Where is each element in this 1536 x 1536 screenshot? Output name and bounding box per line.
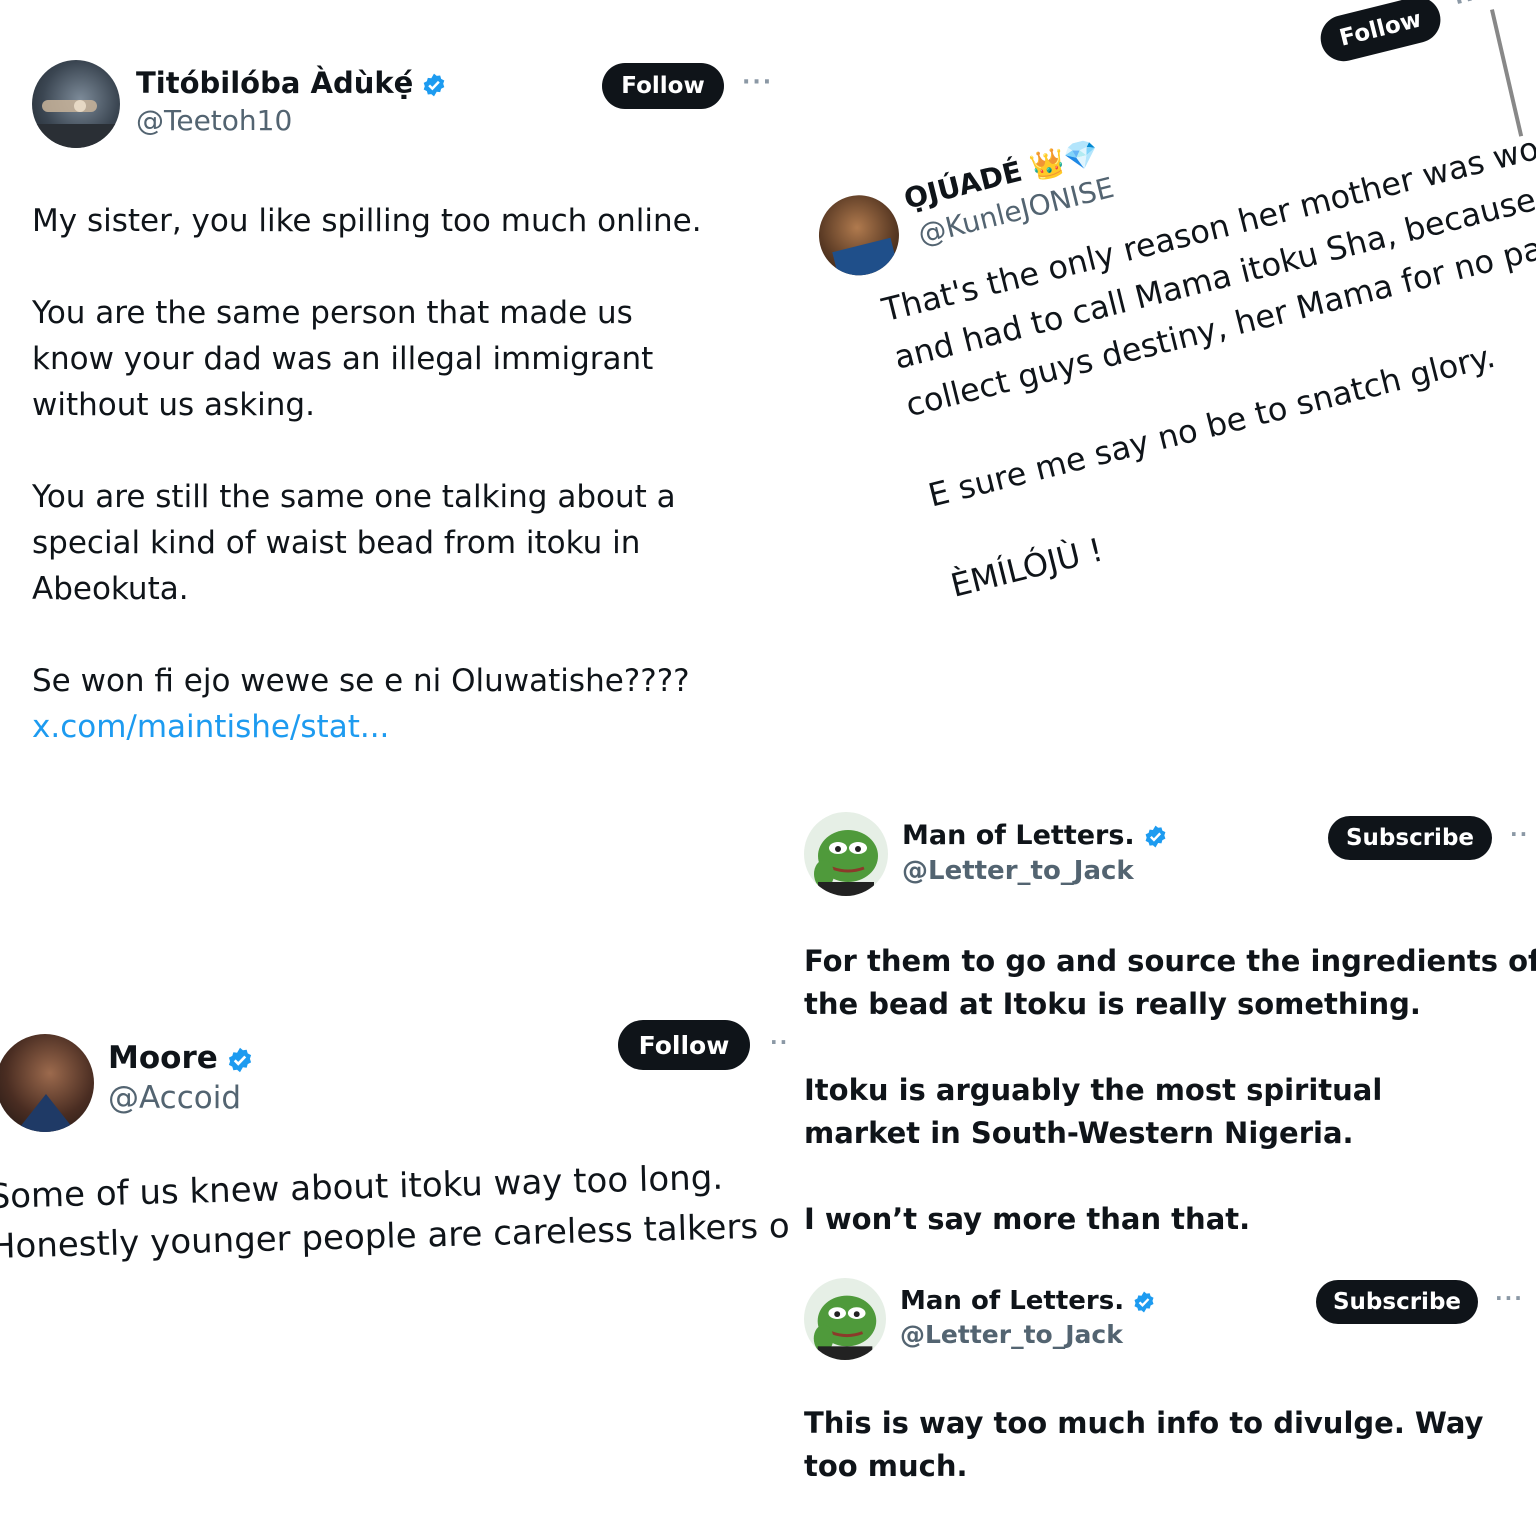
username[interactable]: @Letter_to_Jack bbox=[902, 856, 1134, 886]
follow-button[interactable]: Follow bbox=[618, 1020, 750, 1070]
tweet-card-teetoh: Titóbilóba Àdùkẹ́ @Teetoh10 Follow ··· M… bbox=[0, 0, 790, 760]
tweet-paragraph: Itoku is arguably the most spiritual mar… bbox=[804, 1073, 1383, 1150]
rotated-tweet: ỌJÚADÉ 👑💎 @KunleJONISE Follow ··· That's… bbox=[790, 0, 1536, 737]
more-options-icon[interactable]: ·· bbox=[1510, 822, 1529, 846]
more-options-icon[interactable]: ·· bbox=[770, 1030, 789, 1054]
avatar[interactable] bbox=[0, 1034, 94, 1132]
more-options-icon[interactable]: ··· bbox=[1495, 1286, 1524, 1310]
tweet-paragraph: You are still the same one talking about… bbox=[32, 479, 676, 607]
avatar[interactable] bbox=[804, 812, 888, 896]
tweet-paragraph: You are the same person that made us kno… bbox=[32, 295, 654, 423]
tweet-paragraph: I won’t say more than that. bbox=[804, 1202, 1251, 1236]
tweet-paragraph: My sister, you like spilling too much on… bbox=[32, 203, 702, 239]
more-options-icon[interactable]: ··· bbox=[742, 70, 773, 95]
person-photo bbox=[832, 237, 898, 282]
pepe-frog-icon bbox=[814, 830, 878, 896]
tweet-paragraph: For them to go and source the ingredient… bbox=[804, 944, 1536, 1021]
subscribe-button[interactable]: Subscribe bbox=[1316, 1280, 1478, 1324]
tweet-link[interactable]: x.com/maintishe/stat... bbox=[32, 704, 772, 750]
avatar[interactable] bbox=[32, 60, 120, 148]
pepe-frog-icon bbox=[813, 1295, 877, 1360]
verified-badge-icon bbox=[1145, 825, 1166, 848]
tweet-body: For them to go and source the ingredient… bbox=[804, 940, 1536, 1241]
verified-badge-icon bbox=[228, 1047, 251, 1072]
subscribe-button[interactable]: Subscribe bbox=[1328, 816, 1492, 860]
person-photo bbox=[16, 1094, 76, 1132]
verified-badge-icon bbox=[1134, 1291, 1154, 1312]
username[interactable]: @Letter_to_Jack bbox=[900, 1320, 1123, 1349]
tweet-body: Some of us knew about itoku way too long… bbox=[0, 1151, 790, 1272]
tweet-paragraph: Se won fi ejo wewe se e ni Oluwatishe???… bbox=[32, 663, 690, 699]
tweet-body: My sister, you like spilling too much on… bbox=[32, 198, 772, 750]
tweet-card-letter-to-jack: Man of Letters. @Letter_to_Jack Subscrib… bbox=[790, 790, 1536, 1260]
username[interactable]: @Teetoh10 bbox=[136, 104, 292, 137]
avatar[interactable] bbox=[810, 186, 908, 284]
display-name[interactable]: Moore bbox=[108, 1040, 254, 1076]
follow-button[interactable]: Follow bbox=[1315, 0, 1446, 67]
more-options-icon[interactable]: ··· bbox=[1453, 0, 1489, 16]
tweet-body: This is way too much info to divulge. Wa… bbox=[804, 1402, 1494, 1488]
verified-badge-icon bbox=[424, 73, 445, 97]
follow-button[interactable]: Follow bbox=[602, 63, 724, 109]
car-interior-photo bbox=[32, 100, 120, 148]
username[interactable]: @Accoid bbox=[108, 1080, 241, 1116]
tweet-card-moore: Moore @Accoid Follow ·· Some of us knew … bbox=[0, 1000, 790, 1320]
avatar[interactable] bbox=[804, 1278, 886, 1360]
display-name[interactable]: Man of Letters. bbox=[902, 820, 1168, 851]
tweet-paragraph: This is way too much info to divulge. Wa… bbox=[804, 1406, 1484, 1483]
display-name[interactable]: Titóbilóba Àdùkẹ́ bbox=[136, 66, 447, 100]
display-name[interactable]: Man of Letters. bbox=[900, 1286, 1156, 1316]
tweet-card-letter-to-jack-reply: Man of Letters. @Letter_to_Jack Subscrib… bbox=[790, 1262, 1536, 1536]
tweet-card-kunlejonise: ỌJÚADÉ 👑💎 @KunleJONISE Follow ··· That's… bbox=[790, 0, 1536, 760]
